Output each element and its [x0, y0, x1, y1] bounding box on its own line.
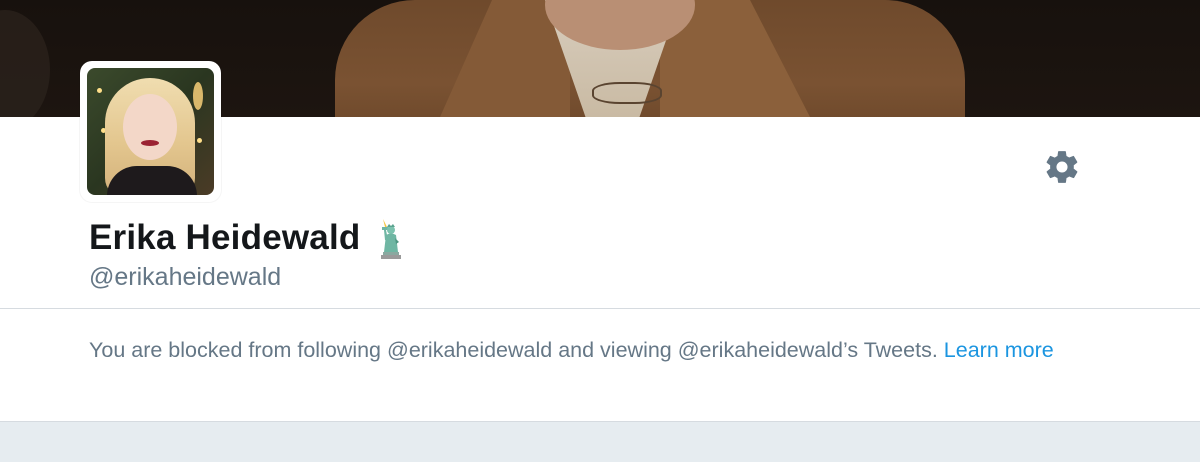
blocked-notice-text: You are blocked from following @erikahei…	[89, 338, 938, 362]
gear-icon	[1046, 151, 1078, 183]
learn-more-link[interactable]: Learn more	[944, 338, 1054, 362]
display-name-text: Erika Heidewald	[89, 218, 361, 257]
blocked-notice: You are blocked from following @erikahei…	[89, 337, 1109, 363]
avatar-image	[87, 68, 214, 195]
avatar-light	[97, 88, 102, 93]
header-image-background-shape	[0, 10, 50, 117]
profile-display-name: Erika Heidewald	[89, 216, 408, 260]
avatar-shirt	[107, 166, 197, 195]
avatar-face	[123, 94, 177, 160]
settings-button[interactable]	[1040, 145, 1084, 189]
avatar-light	[197, 138, 202, 143]
profile-username: @erikaheidewald	[89, 263, 282, 291]
timeline-background	[0, 422, 1200, 462]
avatar-lips	[141, 140, 159, 146]
divider	[0, 308, 1200, 309]
statue-of-liberty-icon	[381, 219, 402, 259]
header-image-bow	[592, 82, 662, 104]
avatar-ornament	[193, 82, 203, 110]
profile-avatar[interactable]	[80, 61, 221, 202]
